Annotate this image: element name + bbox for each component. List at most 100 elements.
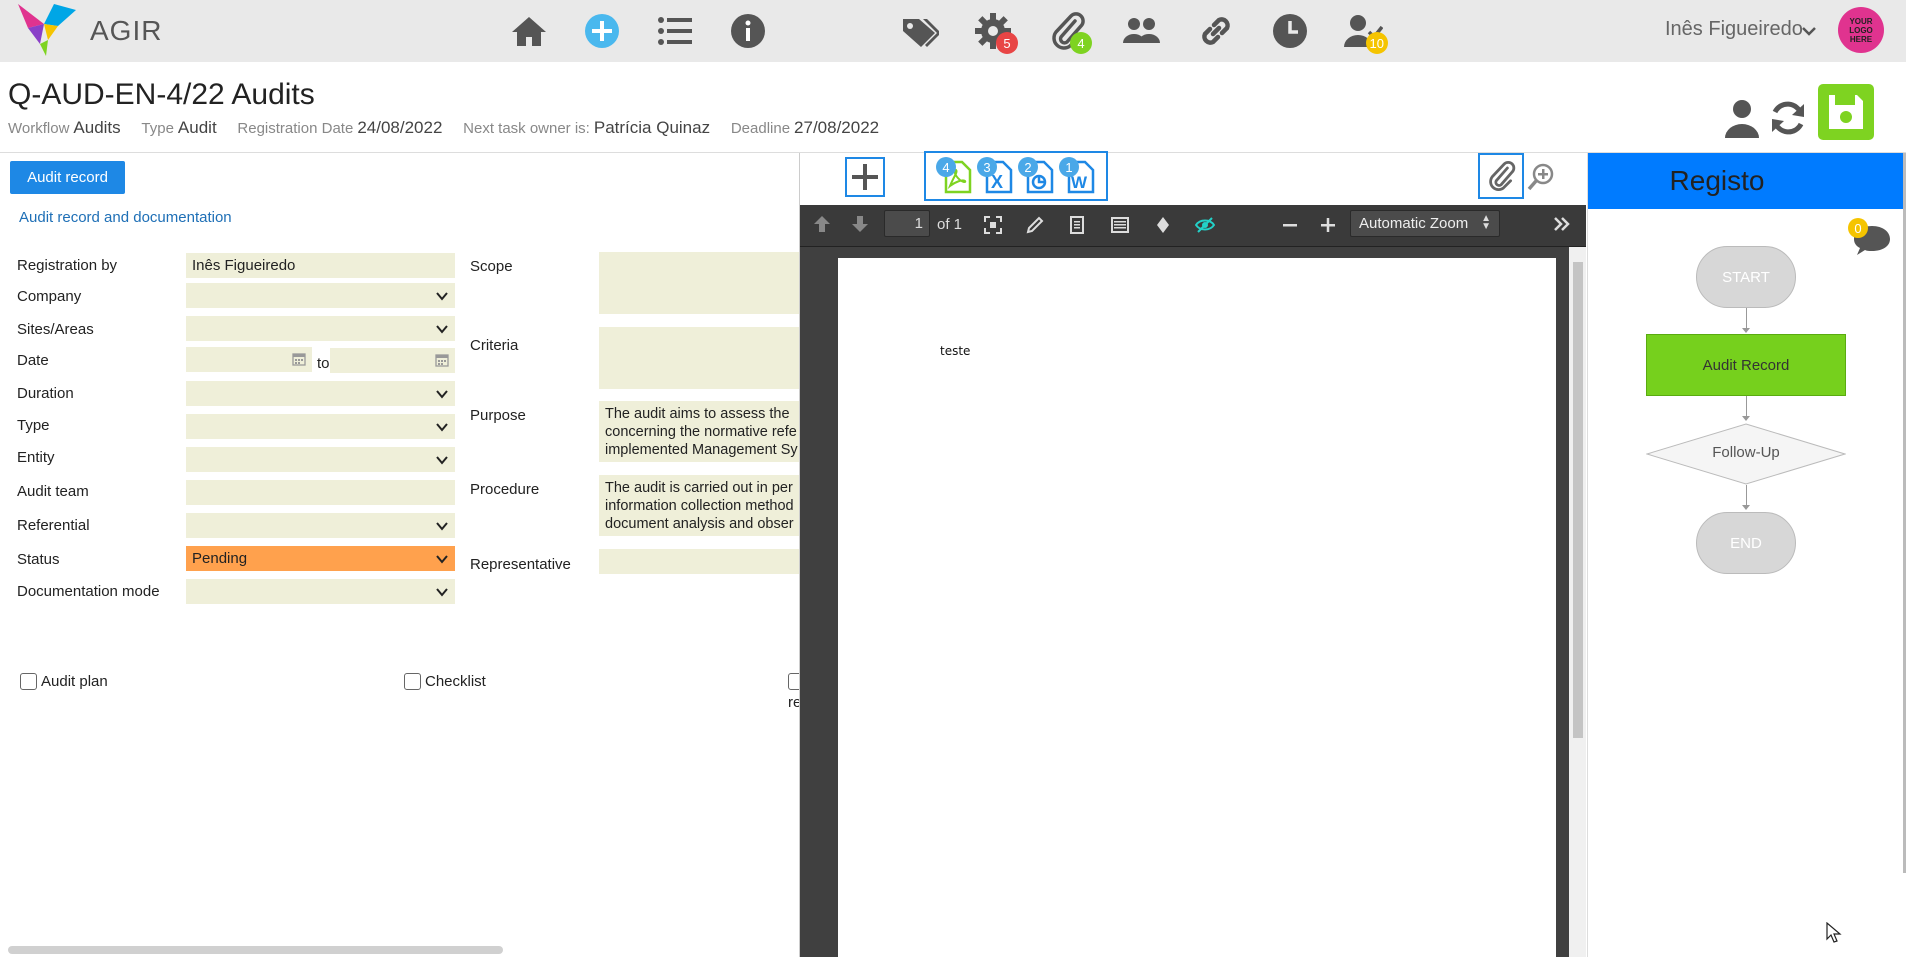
workflow-node-audit-record[interactable]: Audit Record [1646,334,1846,396]
representative-label: Representative [470,556,571,573]
fullscreen-icon[interactable] [983,215,1003,235]
settings-gear-icon[interactable]: 5 [970,8,1018,54]
workflow-label: Workflow [8,120,70,137]
attach-file-button[interactable] [1478,153,1524,199]
procedure-line-1: The audit is carried out in per [605,480,793,496]
home-icon[interactable] [506,8,552,54]
chevron-down-icon [436,292,448,301]
zoom-out-minus-icon[interactable] [1280,215,1300,235]
save-button[interactable] [1818,84,1874,140]
date-from-input[interactable] [186,347,312,372]
calendar-icon[interactable] [292,352,306,366]
checkbox-box[interactable] [20,673,37,690]
page-number-input[interactable]: 1 [884,210,930,237]
date-to-input[interactable] [330,348,455,373]
add-document-button[interactable] [845,157,885,197]
checklist-checkbox[interactable]: Checklist [404,673,486,690]
company-select[interactable] [186,283,455,308]
spread-pages-icon[interactable] [1110,215,1130,235]
representative-input[interactable] [599,549,799,574]
status-value: Pending [192,550,248,567]
hide-annotations-eye-icon[interactable] [1195,215,1215,235]
workflow-connector [1746,308,1747,328]
chevron-down-icon [436,390,448,399]
audit-team-input[interactable] [186,480,455,505]
workflow-node-end[interactable]: END [1696,512,1796,574]
zoom-in-magnifier-icon[interactable] [1526,162,1556,192]
plus-icon [852,164,878,190]
procedure-textarea[interactable]: The audit is carried out in per informat… [599,475,799,536]
workflow-arrow [1742,416,1750,421]
purpose-line-1: The audit aims to assess the [605,406,790,422]
refresh-icon[interactable] [1768,98,1808,138]
type-select[interactable] [186,414,455,439]
documentation-mode-select[interactable] [186,579,455,604]
third-checkbox-partial[interactable]: re [788,673,799,717]
pdf-scrollbar-thumb[interactable] [1573,262,1583,738]
page-title: Q-AUD-EN-4/22 Audits [8,78,315,111]
scope-textarea[interactable] [599,252,799,314]
criteria-textarea[interactable] [599,327,799,389]
checkbox-box[interactable] [404,673,421,690]
powerpoint-count-badge: 2 [1018,157,1038,177]
sites-areas-select[interactable] [186,316,455,341]
registration-by-field[interactable]: Inês Figueiredo [186,253,455,278]
chevron-down-icon [436,522,448,531]
procedure-line-2: information collection method [605,498,794,514]
workflow-node-start[interactable]: START [1696,246,1796,308]
record-meta: Workflow Audits Type Audit Registration Da… [8,118,895,138]
workflow-value: Audits [73,118,121,137]
type-field-label: Type [17,417,50,434]
draw-pencil-icon[interactable] [1025,215,1045,235]
workflow-header: Registo [1588,153,1906,209]
word-template-button[interactable]: W 1 [1059,157,1097,194]
pdf-template-button[interactable]: 4 [936,157,974,194]
next-page-arrow-icon[interactable] [850,214,870,234]
calendar-icon[interactable] [435,353,449,367]
excel-template-button[interactable]: X 3 [977,157,1015,194]
users-group-icon[interactable] [1118,8,1164,54]
scope-label: Scope [470,258,513,275]
list-icon[interactable] [652,8,698,54]
diamond-tool-icon[interactable] [1153,215,1173,235]
double-chevron-right-icon[interactable] [1552,214,1572,234]
document-properties-icon[interactable] [1067,215,1087,235]
user-assign-icon[interactable] [1724,98,1760,138]
add-circle-icon[interactable] [579,8,625,54]
duration-select[interactable] [186,381,455,406]
user-menu-name[interactable]: Inês Figueiredo [1665,18,1803,41]
user-tasks-check-icon[interactable]: 10 [1340,8,1388,54]
referential-select[interactable] [186,513,455,538]
audit-record-tab-button[interactable]: Audit record [10,161,125,194]
procedure-label: Procedure [470,481,540,498]
date-to-label: to [317,355,330,372]
audit-plan-checkbox[interactable]: Audit plan [20,673,108,690]
link-icon[interactable] [1193,8,1239,54]
previous-page-arrow-icon[interactable] [812,214,832,234]
checkbox-box[interactable] [788,673,799,690]
zoom-level-select[interactable]: Automatic Zoom ▲ ▼ [1350,210,1500,237]
info-icon[interactable] [725,8,771,54]
attachments-paperclip-icon[interactable]: 4 [1044,8,1092,54]
powerpoint-template-button[interactable]: 2 [1018,157,1056,194]
entity-select[interactable] [186,447,455,472]
procedure-line-3: document analysis and obser [605,516,794,532]
section-link-audit-record-documentation[interactable]: Audit record and documentation [19,209,232,226]
status-select[interactable]: Pending [186,546,455,571]
purpose-label: Purpose [470,407,526,424]
select-arrows-icon: ▲ ▼ [1481,213,1491,232]
company-logo-avatar[interactable]: YOUR LOGO HERE [1838,7,1884,53]
chevron-down-icon[interactable] [1800,22,1818,40]
tags-icon[interactable] [896,8,942,54]
zoom-in-plus-icon[interactable] [1318,215,1338,235]
horizontal-scrollbar[interactable] [8,946,503,954]
purpose-textarea[interactable]: The audit aims to assess the concerning … [599,401,799,462]
chevron-down-icon [436,325,448,334]
chevron-down-icon [436,456,448,465]
clock-history-icon[interactable] [1267,8,1313,54]
paperclip-icon [1489,160,1516,191]
workflow-connector [1746,396,1747,416]
agir-logo-icon[interactable] [18,4,76,56]
brand-name: AGIR [90,15,163,46]
next-owner-value: Patrícia Quinaz [593,118,711,137]
